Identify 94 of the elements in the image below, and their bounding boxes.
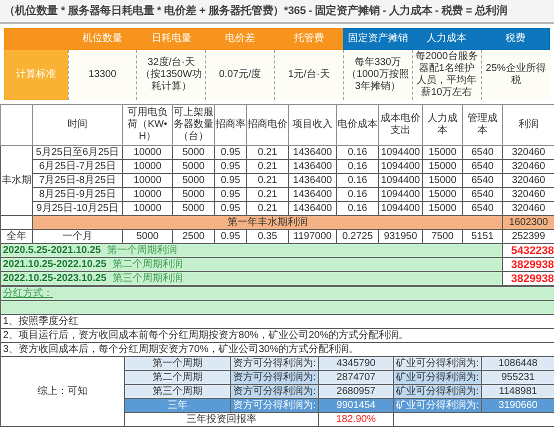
table-cell: 10000 (122, 174, 172, 188)
column-header: 项目收入 (288, 104, 336, 146)
header-cell: 机位数量 (68, 28, 137, 50)
table-cell: 6月25日-7月25日 (32, 160, 122, 174)
table-cell: 5000 (172, 146, 214, 160)
investor-value: 9901454 (318, 398, 394, 412)
table-cell: 15000 (422, 188, 462, 202)
table-cell: 5月25日至6月25日 (32, 146, 122, 160)
table-cell: 0.16 (336, 188, 378, 202)
table-cell: 5000 (172, 174, 214, 188)
table-cell: 320460 (502, 160, 554, 174)
column-header: 成本电价支出 (378, 104, 422, 146)
column-header: 利润 (502, 104, 554, 146)
cycle-profit: 3829938 (502, 258, 554, 272)
table-cell: 1436400 (288, 146, 336, 160)
column-header: 可上架服务器数量（台） (172, 104, 214, 146)
cycle-dates: 2021.10.25-2022.10.25 (3, 258, 106, 270)
table-cell: 1094400 (378, 146, 422, 160)
summary-label: 综上：可知 (0, 356, 124, 426)
table-cell: 252399 (502, 230, 554, 244)
cycle-dates: 2020.5.25-2021.10.25 (3, 244, 101, 256)
header-cell: 人力成本 (412, 28, 482, 50)
table-cell: 1436400 (288, 174, 336, 188)
cycle-profit: 5432238 (502, 244, 554, 258)
investor-value: 2680957 (318, 384, 394, 398)
table-cell: 0.16 (336, 146, 378, 160)
table-cell: 13300 (68, 50, 137, 100)
return-value: 182.90% (318, 412, 394, 426)
table-cell: 6540 (462, 188, 502, 202)
table-cell: 5000 (172, 160, 214, 174)
column-header: 管理成本 (462, 104, 502, 146)
column-header: 人力成本 (422, 104, 462, 146)
table-cell: 1436400 (288, 188, 336, 202)
table-cell: 320460 (502, 188, 554, 202)
header-cell: 电价差 (206, 28, 275, 50)
table-cell: 15000 (422, 174, 462, 188)
mining-value: 955231 (482, 370, 554, 384)
investor-value: 2874707 (318, 370, 394, 384)
table-cell: 0.07元/度 (206, 50, 275, 100)
subtotal-value: 1602300 (502, 216, 554, 230)
table-cell: 320460 (502, 174, 554, 188)
table-cell: 0.95 (214, 146, 246, 160)
row-label: 丰水期 (0, 146, 32, 216)
table-cell: 1094400 (378, 174, 422, 188)
header-cell: 日耗电量 (136, 28, 206, 50)
table-cell: 10000 (122, 146, 172, 160)
table-cell: 0.95 (214, 174, 246, 188)
period-label: 第二个周期 (124, 370, 230, 384)
period-label: 第一个周期 (124, 356, 230, 370)
row-label: 计算标准 (4, 50, 68, 100)
table-cell: 0.21 (246, 146, 288, 160)
table-cell: 0.21 (246, 160, 288, 174)
header-cell (4, 28, 68, 50)
table-cell: 1094400 (378, 160, 422, 174)
table-cell: 0.21 (246, 188, 288, 202)
table-cell: 10000 (122, 188, 172, 202)
period-label: 第三个周期 (124, 384, 230, 398)
table-cell: 25%企业所得税 (481, 50, 550, 100)
table-cell: 6540 (462, 160, 502, 174)
table-cell: 15000 (422, 146, 462, 160)
header-cell: 税费 (481, 28, 550, 50)
period-label: 三年 (124, 398, 230, 412)
table-cell: 0.95 (214, 188, 246, 202)
mining-value: 3190660 (482, 398, 554, 412)
column-header: 电价成本 (336, 104, 378, 146)
table-cell: 320460 (502, 146, 554, 160)
table-cell: 0.16 (336, 174, 378, 188)
table-cell: 1094400 (378, 188, 422, 202)
table-cell: 6540 (462, 146, 502, 160)
cycle-dates: 2022.10.25-2023.10.25 (3, 272, 106, 284)
table-cell: 0.16 (336, 160, 378, 174)
table-cell: 32度/台·天（按1350W功耗计算） (136, 50, 206, 100)
header-cell: 托管费 (274, 28, 344, 50)
table-cell: 0.21 (246, 174, 288, 188)
table-cell: 6540 (462, 174, 502, 188)
investor-value: 4345790 (318, 356, 394, 370)
mining-value: 1086448 (482, 356, 554, 370)
header-cell: 固定资产摊销 (343, 28, 412, 50)
table-cell: 15000 (422, 160, 462, 174)
table-cell: 1元/台·天 (274, 50, 344, 100)
column-header: 招商率 (214, 104, 246, 146)
table-cell: 1436400 (288, 160, 336, 174)
table-cell: 每2000台服务器配1名维护人员，平均年薪10万左右 (412, 50, 482, 100)
column-header: 可用电负荷（KW•H） (122, 104, 172, 146)
table-cell: 7月25日-8月25日 (32, 174, 122, 188)
table-cell: 5000 (172, 188, 214, 202)
column-header: 招商电价 (246, 104, 288, 146)
table-cell: 8月25日-9月25日 (32, 188, 122, 202)
table-cell: 0.95 (214, 160, 246, 174)
column-header: 时间 (32, 104, 122, 146)
formula-title: （机位数量 * 服务器每日耗电量 * 电价差 + 服务器托管费）*365 - 固定资产摊销 - 人力成本 - 税费 = 总利润 (0, 0, 554, 24)
table-cell: 10000 (122, 160, 172, 174)
table-cell: 每年330万（1000万按照3年摊销） (343, 50, 412, 100)
mining-value: 1148981 (482, 384, 554, 398)
